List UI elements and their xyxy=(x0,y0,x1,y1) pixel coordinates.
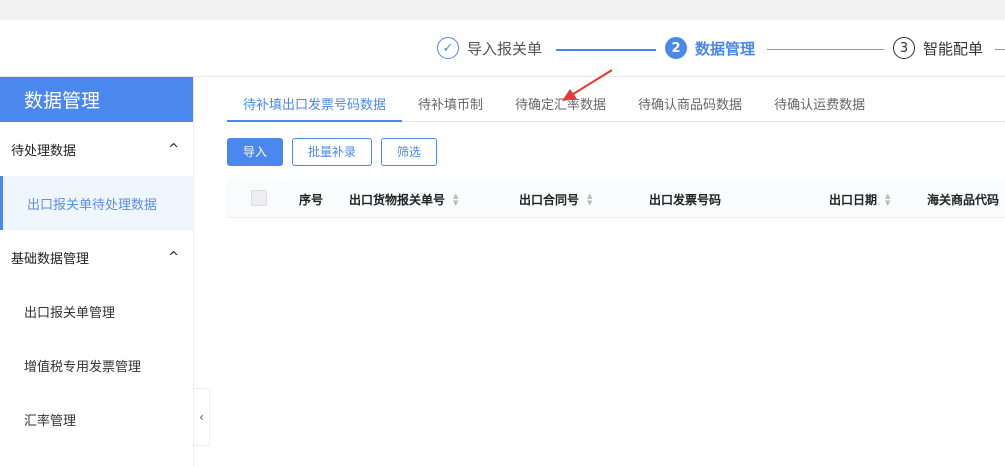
sidebar-item-pending-declarations[interactable]: 出口报关单待处理数据 xyxy=(0,176,193,230)
group-label: 基础数据管理 xyxy=(11,251,90,267)
sidebar-item-exchange-rates[interactable]: 汇率管理 xyxy=(0,392,193,446)
sidebar-collapse-button[interactable]: ‹ xyxy=(194,388,210,446)
sort-icon[interactable]: ▲ ▼ xyxy=(587,192,592,207)
chevron-left-icon: ‹ xyxy=(199,410,204,424)
column-export-date[interactable]: 出口日期 ▲ ▼ xyxy=(829,191,890,208)
tab-bar: 待补填出口发票号码数据 待补填币制 待确定汇率数据 待确认商品码数据 待确认运费… xyxy=(227,90,1005,122)
step-connector xyxy=(995,49,1005,50)
column-contract-number[interactable]: 出口合同号 ▲ ▼ xyxy=(519,191,592,208)
batch-fill-button[interactable]: 批量补录 xyxy=(292,138,373,166)
filter-button[interactable]: 筛选 xyxy=(381,138,438,166)
step-smart-match[interactable]: 3 智能配单 xyxy=(893,37,983,59)
sidebar-item-vat-invoices[interactable]: 增值税专用发票管理 xyxy=(0,338,193,392)
column-invoice-number: 出口发票号码 xyxy=(649,193,722,207)
tab-freight[interactable]: 待确认运费数据 xyxy=(758,90,881,122)
table-header: 序号 出口货物报关单号 ▲ ▼ 出口合同号 ▲ ▼ 出口发票号码 出口日期 ▲ ▼ 海关商品… xyxy=(227,179,1005,218)
select-all-checkbox[interactable] xyxy=(251,190,267,206)
tab-invoice-number[interactable]: 待补填出口发票号码数据 xyxy=(227,90,403,122)
stepper: ✓ 导入报关单 2 数据管理 3 智能配单 xyxy=(0,20,1005,77)
tab-commodity-code[interactable]: 待确认商品码数据 xyxy=(622,90,758,122)
annotation-arrow-icon xyxy=(562,69,613,101)
top-strip xyxy=(0,0,1005,20)
sidebar-group-pending[interactable]: 待处理数据 ^ xyxy=(0,122,193,176)
step-import[interactable]: ✓ 导入报关单 xyxy=(437,37,542,59)
chevron-up-icon: ^ xyxy=(168,249,179,265)
check-icon: ✓ xyxy=(437,37,459,59)
column-hs-code: 海关商品代码 xyxy=(927,193,1000,207)
tab-currency[interactable]: 待补填币制 xyxy=(402,90,499,122)
sort-icon[interactable]: ▲ ▼ xyxy=(453,192,458,207)
step-label: 数据管理 xyxy=(695,39,756,58)
import-button[interactable]: 导入 xyxy=(227,138,284,166)
toolbar: 导入 批量补录 筛选 xyxy=(227,138,438,166)
sidebar-item-declarations[interactable]: 出口报关单管理 xyxy=(0,284,193,338)
step-label: 智能配单 xyxy=(923,39,984,58)
group-label: 待处理数据 xyxy=(11,143,77,159)
step-connector xyxy=(767,49,884,50)
step-number-icon: 3 xyxy=(893,37,915,59)
sidebar: 数据管理 待处理数据 ^ 出口报关单待处理数据 基础数据管理 ^ 出口报关单管理 增… xyxy=(0,77,194,467)
step-data-management[interactable]: 2 数据管理 xyxy=(665,37,755,59)
step-number-icon: 2 xyxy=(665,37,687,59)
sort-icon[interactable]: ▲ ▼ xyxy=(885,192,890,207)
step-connector xyxy=(556,49,656,51)
column-declaration-number[interactable]: 出口货物报关单号 ▲ ▼ xyxy=(349,191,458,208)
sidebar-group-basic[interactable]: 基础数据管理 ^ xyxy=(0,230,193,284)
step-label: 导入报关单 xyxy=(467,39,543,58)
chevron-up-icon: ^ xyxy=(168,141,179,157)
column-index: 序号 xyxy=(299,193,324,207)
sidebar-title: 数据管理 xyxy=(0,77,193,122)
